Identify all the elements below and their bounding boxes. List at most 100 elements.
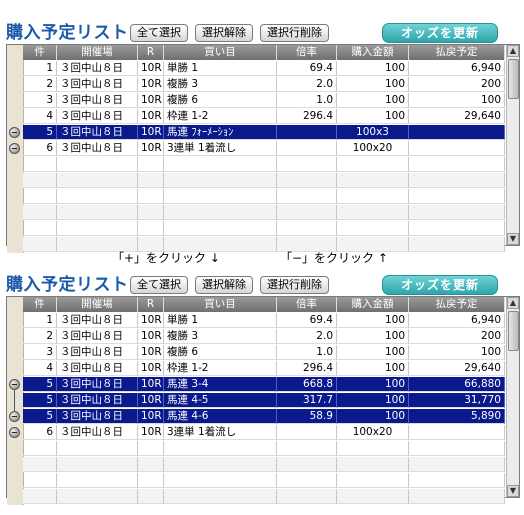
cell-amount: 100 — [337, 377, 409, 392]
cell-amount — [337, 189, 409, 204]
cell-odds — [277, 173, 337, 188]
column-header-odds[interactable]: 倍率 — [277, 45, 337, 60]
cell-odds: 2.0 — [277, 329, 337, 344]
column-header-race[interactable]: R — [138, 45, 164, 60]
cell-payout: 200 — [409, 77, 505, 92]
column-header-race[interactable]: R — [138, 297, 164, 312]
cell-amount — [337, 457, 409, 472]
cell-payout: 29,640 — [409, 109, 505, 124]
group-connector-line — [14, 389, 15, 411]
cell-count: 4 — [23, 109, 57, 124]
cell-payout — [409, 189, 505, 204]
cell-race — [138, 457, 164, 472]
cell-race: 10R — [138, 329, 164, 344]
cell-bet — [164, 441, 277, 456]
cell-amount: 100 — [337, 345, 409, 360]
cell-payout: 66,880 — [409, 377, 505, 392]
panel-1-table: 件開催場 R 買い目 倍率 購入金額 払戻予定 1 ３回中山８日 10R 単勝 1 69.4 100 6… — [6, 44, 520, 253]
column-header-amount[interactable]: 購入金額 — [337, 297, 409, 312]
cell-bet: 馬連 3-4 — [164, 377, 277, 392]
select-all-button[interactable]: 全て選択 — [130, 276, 188, 294]
expand-toggle-icon[interactable] — [9, 143, 20, 154]
column-header-count[interactable]: 件 — [23, 297, 57, 312]
cell-amount — [337, 205, 409, 220]
cell-count: 3 — [23, 93, 57, 108]
scroll-up-icon[interactable]: ▲ — [507, 45, 519, 57]
cell-amount: 100 — [337, 77, 409, 92]
scroll-thumb[interactable] — [508, 59, 519, 99]
cell-odds — [277, 205, 337, 220]
cell-odds — [277, 473, 337, 488]
panel-2-title: 購入予定リスト — [6, 275, 129, 295]
update-odds-button[interactable]: オッズを更新 — [382, 275, 498, 295]
cell-race — [138, 157, 164, 172]
column-header-payout[interactable]: 払戻予定 — [409, 45, 505, 60]
cell-race: 10R — [138, 125, 164, 140]
cell-bet — [164, 473, 277, 488]
scroll-up-icon[interactable]: ▲ — [507, 297, 519, 309]
cell-payout: 29,640 — [409, 361, 505, 376]
select-all-button[interactable]: 全て選択 — [130, 24, 188, 42]
cell-count: 2 — [23, 329, 57, 344]
cell-count: 5 — [23, 409, 57, 424]
cell-count — [23, 473, 57, 488]
vertical-scrollbar[interactable]: ▲ ▼ — [506, 45, 519, 245]
cell-venue: ３回中山８日 — [57, 345, 138, 360]
column-header-venue[interactable]: 開催場 — [57, 297, 138, 312]
cell-odds — [277, 441, 337, 456]
cell-venue — [57, 441, 138, 456]
cell-odds: 668.8 — [277, 377, 337, 392]
scroll-thumb[interactable] — [508, 311, 519, 351]
deselect-button[interactable]: 選択解除 — [195, 24, 253, 42]
cell-payout: 5,890 — [409, 409, 505, 424]
column-header-bet[interactable]: 買い目 — [164, 297, 277, 312]
cell-bet: 3連単 1着流し — [164, 425, 277, 440]
expand-toggle-icon[interactable] — [9, 411, 20, 422]
cell-race: 10R — [138, 377, 164, 392]
cell-amount: 100 — [337, 313, 409, 328]
column-header-odds[interactable]: 倍率 — [277, 297, 337, 312]
cell-payout — [409, 457, 505, 472]
cell-venue: ３回中山８日 — [57, 425, 138, 440]
cell-bet: 馬連 ﾌｫｰﾒｰｼｮﾝ — [164, 125, 277, 140]
delete-selected-rows-button[interactable]: 選択行削除 — [260, 276, 329, 294]
column-header-venue[interactable]: 開催場 — [57, 45, 138, 60]
column-header-payout[interactable]: 払戻予定 — [409, 297, 505, 312]
vertical-scrollbar[interactable]: ▲ ▼ — [506, 297, 519, 497]
deselect-button[interactable]: 選択解除 — [195, 276, 253, 294]
cell-race — [138, 205, 164, 220]
cell-payout: 6,940 — [409, 313, 505, 328]
cell-bet: 馬連 4-5 — [164, 393, 277, 408]
cell-venue — [57, 173, 138, 188]
scroll-down-icon[interactable]: ▼ — [507, 233, 519, 245]
scroll-down-icon[interactable]: ▼ — [507, 485, 519, 497]
expand-toggle-icon[interactable] — [9, 127, 20, 138]
cell-race: 10R — [138, 425, 164, 440]
cell-payout — [409, 489, 505, 504]
cell-race — [138, 489, 164, 504]
cell-count — [23, 221, 57, 236]
cell-odds — [277, 425, 337, 440]
column-header-bet[interactable]: 買い目 — [164, 45, 277, 60]
delete-selected-rows-button[interactable]: 選択行削除 — [260, 24, 329, 42]
cell-venue: ３回中山８日 — [57, 125, 138, 140]
cell-odds: 1.0 — [277, 345, 337, 360]
cell-payout — [409, 173, 505, 188]
cell-count: 6 — [23, 141, 57, 156]
cell-count — [23, 157, 57, 172]
cell-odds — [277, 221, 337, 236]
column-header-amount[interactable]: 購入金額 — [337, 45, 409, 60]
cell-venue: ３回中山８日 — [57, 313, 138, 328]
cell-bet — [164, 457, 277, 472]
cell-race — [138, 441, 164, 456]
update-odds-button[interactable]: オッズを更新 — [382, 23, 498, 43]
cell-race: 10R — [138, 77, 164, 92]
column-header-count[interactable]: 件 — [23, 45, 57, 60]
cell-odds — [277, 125, 337, 140]
expand-toggle-icon[interactable] — [9, 427, 20, 438]
cell-venue — [57, 205, 138, 220]
cell-venue: ３回中山８日 — [57, 393, 138, 408]
cell-payout — [409, 125, 505, 140]
cell-race — [138, 173, 164, 188]
cell-odds: 2.0 — [277, 77, 337, 92]
